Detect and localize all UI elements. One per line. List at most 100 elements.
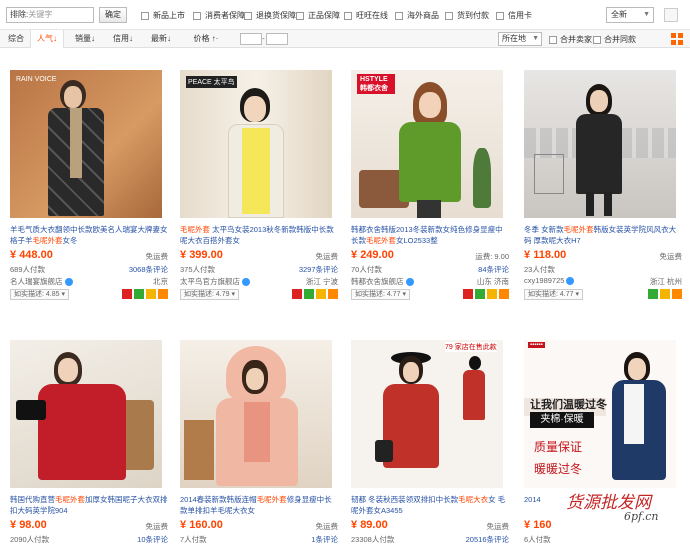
product-title[interactable]: 羊毛气质大衣翻领中长款欧美名人瑞宴大牌妻女格子羊毛呢外套女冬 — [10, 224, 168, 246]
product-card[interactable]: 冬季 女新款毛呢外套韩版女装英学院风风衣大码 厚款呢大衣H7 ¥ 118.00 … — [520, 66, 686, 310]
wangwang-icon[interactable] — [405, 278, 414, 287]
filter-label: 正品保障 — [308, 11, 340, 20]
product-card[interactable]: PEACE 太平鸟 毛呢外套 太平鸟女装2013秋冬新款韩版中长款呢大衣百搭外套… — [176, 66, 342, 310]
product-image[interactable] — [524, 70, 676, 218]
comment-count[interactable]: 3297条评论 — [299, 264, 338, 275]
price-dash: - — [262, 34, 265, 43]
checkbox-icon[interactable] — [395, 11, 403, 20]
product-card[interactable]: 韩国代购直营毛呢外套加厚女韩国呢子大衣双排扣大码英学院904 ¥ 98.00 免… — [6, 336, 172, 544]
price-min-input[interactable] — [240, 33, 262, 45]
rating-select[interactable]: 如实描述: 4.77 ▾ — [351, 289, 410, 300]
merge-sellers-label: 合并卖家 — [560, 35, 592, 44]
filter-consumer-protection[interactable]: 消费者保障 — [193, 10, 245, 21]
shop-location: 山东 济南 — [476, 277, 509, 286]
comment-count[interactable]: 20516条评论 — [466, 534, 509, 544]
exclude-keyword-input[interactable]: 排除:关键字 — [6, 7, 94, 23]
wangwang-icon[interactable] — [242, 278, 250, 287]
checkbox-icon[interactable] — [496, 11, 504, 20]
comment-count[interactable]: 10条评论 — [137, 534, 168, 544]
product-title[interactable]: 冬季 女新款毛呢外套韩版女装英学院风风衣大码 厚款呢大衣H7 — [524, 224, 682, 246]
shipping-info: 免运费 — [659, 252, 683, 261]
shop-name[interactable]: 名人瑞宴旗舰店 — [10, 276, 73, 287]
product-image[interactable] — [180, 340, 332, 488]
product-card[interactable]: RAIN VOICE 羊毛气质大衣翻领中长款欧美名人瑞宴大牌妻女格子羊毛呢外套女… — [6, 66, 172, 310]
product-image[interactable] — [10, 340, 162, 488]
product-title[interactable]: 韧都 冬装秋西装领双排扣中长款毛呢大衣女 毛呢外套女A3455 — [351, 494, 509, 516]
filter-cod[interactable]: 货到付款 — [445, 10, 489, 21]
product-title[interactable]: 韩国代购直营毛呢外套加厚女韩国呢子大衣双排扣大码英学院904 — [10, 494, 168, 516]
shop-name[interactable]: cxy1989725 — [524, 276, 575, 286]
filter-return-guarantee[interactable]: 退换货保障 — [244, 10, 296, 21]
ad-line: 暖暖过冬 — [534, 462, 583, 476]
product-card[interactable]: HSTYLE 韩都衣舍 韩都衣舍韩版2013冬装新款女纯色修身显瘦中长款毛呢外套… — [347, 66, 513, 310]
toggle-icon[interactable] — [664, 8, 678, 22]
gift-icon — [499, 289, 509, 299]
sort-tab-newest[interactable]: 最新↓ — [146, 30, 176, 48]
sort-tab-credit[interactable]: 信用↓ — [108, 30, 138, 48]
rating-select[interactable]: 如实描述: 4.79 ▾ — [180, 289, 239, 300]
rating-select[interactable]: 如实描述: 4.77 ▾ — [524, 289, 583, 300]
comment-count[interactable]: 3068条评论 — [129, 264, 168, 275]
wangwang-icon[interactable] — [64, 278, 73, 287]
product-title[interactable]: 毛呢外套 太平鸟女装2013秋冬新款韩版中长款呢大衣百搭外套女 — [180, 224, 338, 246]
same-item-count[interactable]: 79 家店在售此款 — [445, 342, 497, 352]
guarantee-icon — [660, 289, 670, 299]
checkbox-icon[interactable] — [445, 11, 453, 20]
checkbox-icon[interactable] — [344, 11, 352, 20]
price-value: 448.00 — [19, 249, 53, 261]
checkbox-icon[interactable] — [593, 35, 601, 44]
condition-select[interactable]: 全新 ▼ — [606, 7, 654, 23]
sort-tab-popularity[interactable]: 人气↓ — [30, 30, 64, 48]
product-card[interactable]: 79 家店在售此款 韧都 冬装秋西装领双排扣中长款毛呢大衣女 毛呢外套女A345… — [347, 336, 513, 544]
product-image[interactable]: ▪▪▪▪▪▪ 让我们温暖过冬 夹棉·保暖 质量保证 暖暖过冬 — [524, 340, 676, 488]
filter-credit-card[interactable]: 信用卡 — [496, 10, 532, 21]
product-card[interactable]: 2014春装新款韩版连帽毛呢外套修身显瘦中长款单排扣羊毛呢大衣女 ¥ 160.0… — [176, 336, 342, 544]
gift-icon — [672, 289, 682, 299]
merge-items-checkbox[interactable]: 合并同款 — [593, 34, 636, 45]
price-value: 98.00 — [19, 519, 47, 531]
product-title[interactable]: 韩都衣舍韩版2013冬装新款女纯色修身显瘦中长款毛呢外套女LO2533整 — [351, 224, 509, 246]
confirm-button[interactable]: 确定 — [99, 7, 127, 23]
location-label: 所在地 — [502, 34, 526, 43]
tmall-icon — [463, 289, 473, 299]
filter-new-arrival[interactable]: 新品上市 — [141, 10, 185, 21]
checkbox-icon[interactable] — [141, 11, 149, 20]
product-title[interactable]: 2014春装新款韩版连帽毛呢外套修身显瘦中长款单排扣羊毛呢大衣女 — [180, 494, 338, 516]
shop-name[interactable]: 韩都衣舍旗舰店 — [351, 276, 414, 287]
product-image[interactable]: PEACE 太平鸟 — [180, 70, 332, 218]
grid-view-icon[interactable] — [671, 33, 683, 45]
rating-select[interactable]: 如实描述: 4.85 ▾ — [10, 289, 69, 300]
checkbox-icon[interactable] — [296, 11, 304, 20]
shop-name[interactable]: 太平鸟官方旗舰店 — [180, 276, 250, 287]
price-value: 399.00 — [189, 249, 223, 261]
checkbox-icon[interactable] — [244, 11, 252, 20]
checkbox-icon[interactable] — [549, 35, 557, 44]
filter-authentic[interactable]: 正品保障 — [296, 10, 340, 21]
product-price: ¥ 160.00 — [180, 519, 223, 531]
filter-wangwang-online[interactable]: 旺旺在线 — [344, 10, 388, 21]
gift-icon — [158, 289, 168, 299]
product-image[interactable]: RAIN VOICE — [10, 70, 162, 218]
service-badges — [292, 289, 338, 299]
filter-label: 新品上市 — [153, 11, 185, 20]
title-keyword: 毛呢外套 — [180, 225, 210, 234]
guarantee-icon — [316, 289, 326, 299]
comment-count[interactable]: 84条评论 — [478, 264, 509, 275]
sold-count: 375人付款 — [180, 265, 216, 274]
merge-sellers-checkbox[interactable]: 合并卖家 — [549, 34, 592, 45]
product-image[interactable]: HSTYLE 韩都衣舍 — [351, 70, 503, 218]
checkbox-icon[interactable] — [193, 11, 201, 20]
sort-tab-sales[interactable]: 销量↓ — [70, 30, 100, 48]
product-image[interactable]: 79 家店在售此款 — [351, 340, 503, 488]
sort-tab-price[interactable]: 价格 ↑· — [186, 30, 226, 48]
location-select[interactable]: 所在地 ▼ — [498, 32, 542, 46]
shop-name-text: cxy1989725 — [524, 276, 565, 285]
tmall-icon — [122, 289, 132, 299]
price-value: 249.00 — [360, 249, 394, 261]
chevron-down-icon: ▼ — [532, 35, 539, 42]
filter-overseas[interactable]: 海外商品 — [395, 10, 439, 21]
wangwang-icon[interactable] — [566, 277, 575, 286]
comment-count[interactable]: 1条评论 — [311, 534, 338, 544]
price-max-input[interactable] — [266, 33, 288, 45]
sort-tab-default[interactable]: 综合 — [4, 30, 28, 48]
